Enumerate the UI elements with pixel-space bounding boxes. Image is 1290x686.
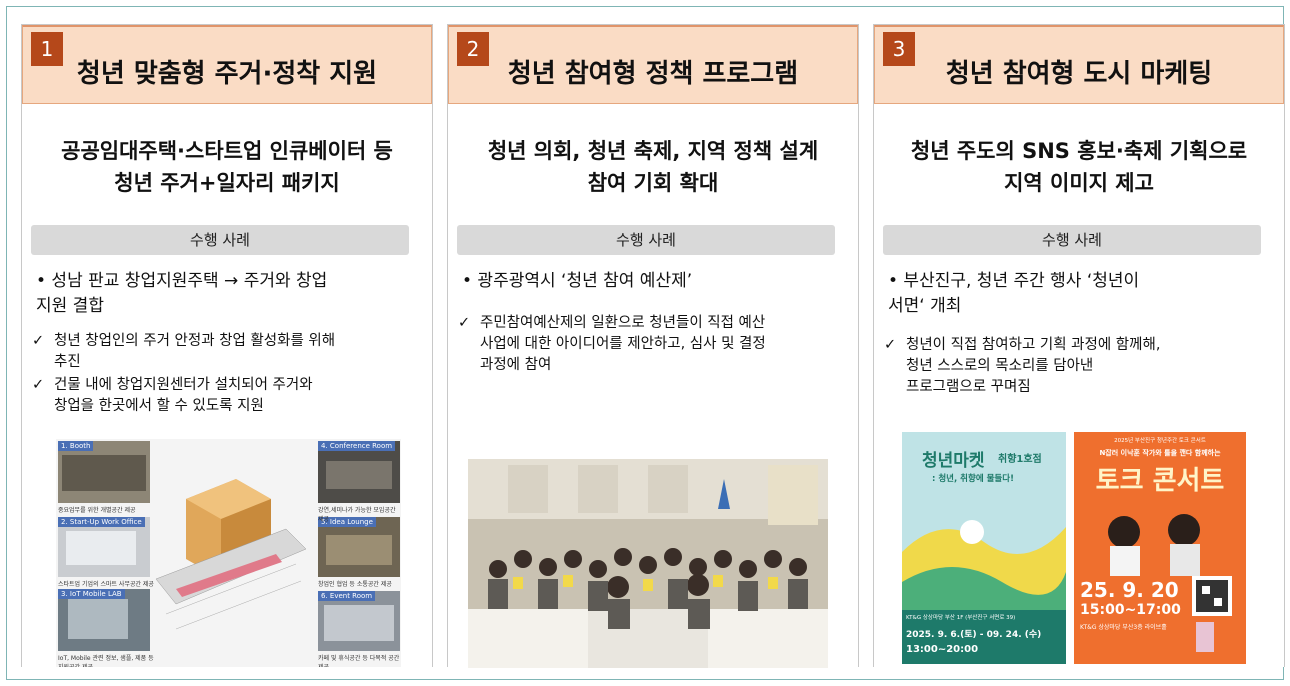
room-caption: 스타트업 기업의 스마트 사무공간 제공 [58, 581, 154, 588]
column-header: 1 청년 맞춤형 주거·정착 지원 [22, 25, 432, 104]
section-label: 수행 사례 [457, 225, 835, 255]
poster-time: 15:00~17:00 [1080, 602, 1181, 618]
room-label: 3. IoT Mobile LAB [58, 589, 125, 599]
poster-title: 토크 콘서트 [1095, 466, 1225, 496]
column-subtitle: 청년 주도의 SNS 홍보·축제 기획으로 지역 이미지 제고 [910, 139, 1248, 195]
column-title: 청년 참여형 도시 마케팅 [945, 59, 1213, 89]
poster-venue: KT&G 상상마당 부산 1F (부산진구 서면로 39) [906, 615, 1016, 621]
room-caption: IoT, Mobile 관련 정보, 샘플, 제품 등 지원공간 제공 [58, 655, 154, 667]
section-label: 수행 사례 [883, 225, 1261, 255]
room-label: 6. Event Room [318, 591, 376, 601]
poster-time: 13:00~20:00 [906, 644, 979, 655]
poster-date: 2025. 9. 6.(토) - 09. 24. (수) [906, 630, 1042, 640]
poster-tag: 취향1호점 [998, 454, 1042, 465]
section-label: 수행 사례 [31, 225, 409, 255]
column-subtitle: 공공임대주택·스타트업 인큐베이터 등 청년 주거+일자리 패키지 [61, 139, 393, 195]
column-title: 청년 참여형 정책 프로그램 [507, 59, 799, 89]
room-label: 1. Booth [58, 441, 94, 451]
building-illustration [58, 441, 400, 651]
poster-subtitle: : 청년, 취향에 물들다! [932, 474, 1014, 484]
column-header: 2 청년 참여형 정책 프로그램 [448, 25, 858, 104]
case-detail: 청년 창업인의 주거 안정과 창업 활성화를 위해 추진 [32, 331, 414, 373]
case-bullet: • 성남 판교 창업지원주택 → 주거와 창업 지원 결합 [36, 271, 328, 316]
poster-venue: KT&G 상상마당 부산3층 라이브홀 [1080, 624, 1167, 631]
group-photo [468, 459, 828, 668]
case-bullet: • 광주광역시 ‘청년 참여 예산제’ [462, 271, 693, 291]
column-marketing: 3 청년 참여형 도시 마케팅 청년 주도의 SNS 홍보·축제 기획으로 지역… [873, 24, 1285, 667]
meeting-photo [468, 459, 828, 668]
room-label: 4. Conference Room [318, 441, 396, 451]
poster-tagline: N잡러 이낙훈 작가와 틀을 깬다 함께하는 [1099, 449, 1221, 457]
building-diagram: 1. Booth 2. Start-Up Work Office 3. IoT … [56, 439, 401, 667]
room-caption: 카페 및 휴식공간 등 다목적 공간 제공 [318, 655, 400, 667]
column-title: 청년 맞춤형 주거·정착 지원 [76, 59, 378, 89]
room-label: 2. Start-Up Work Office [58, 517, 145, 527]
room-caption: 중요업무를 위한 개별공간 제공 [58, 507, 136, 514]
case-bullet: • 부산진구, 청년 주간 행사 ‘청년이 서면‘ 개최 [888, 271, 1140, 316]
poster-date: 25. 9. 20 [1080, 578, 1179, 602]
column-subtitle: 청년 의회, 청년 축제, 지역 정책 설계 참여 기회 확대 [487, 139, 819, 195]
room-caption: 강연,세미나가 가능한 모임공간 제공 [318, 507, 396, 523]
concert-poster: 2025년 부산진구 청년주간 토크 콘서트 N잡러 이낙훈 작가와 틀을 깬다… [1074, 432, 1246, 664]
column-participation: 2 청년 참여형 정책 프로그램 청년 의회, 청년 축제, 지역 정책 설계 … [447, 24, 859, 668]
case-detail: 주민참여예산제의 일환으로 청년들이 직접 예산 사업에 대한 아이디어를 제안… [458, 313, 840, 376]
room-caption: 창업인 협업 등 소통공간 제공 [318, 581, 392, 588]
poster-header: 2025년 부산진구 청년주간 토크 콘서트 [1114, 438, 1206, 444]
column-header: 3 청년 참여형 도시 마케팅 [874, 25, 1284, 104]
poster-title: 청년마켓 [922, 451, 985, 471]
case-detail: 청년이 직접 참여하고 기획 과정에 함께해, 청년 스스로의 목소리를 담아낸… [884, 335, 1266, 398]
case-detail: 건물 내에 창업지원센터가 설치되어 주거와 창업을 한곳에서 할 수 있도록 … [32, 375, 414, 417]
market-poster: 청년마켓 취향1호점 : 청년, 취향에 물들다! KT&G 상상마당 부산 1… [902, 432, 1066, 664]
column-housing: 1 청년 맞춤형 주거·정착 지원 공공임대주택·스타트업 인큐베이터 등 청년… [21, 24, 433, 667]
